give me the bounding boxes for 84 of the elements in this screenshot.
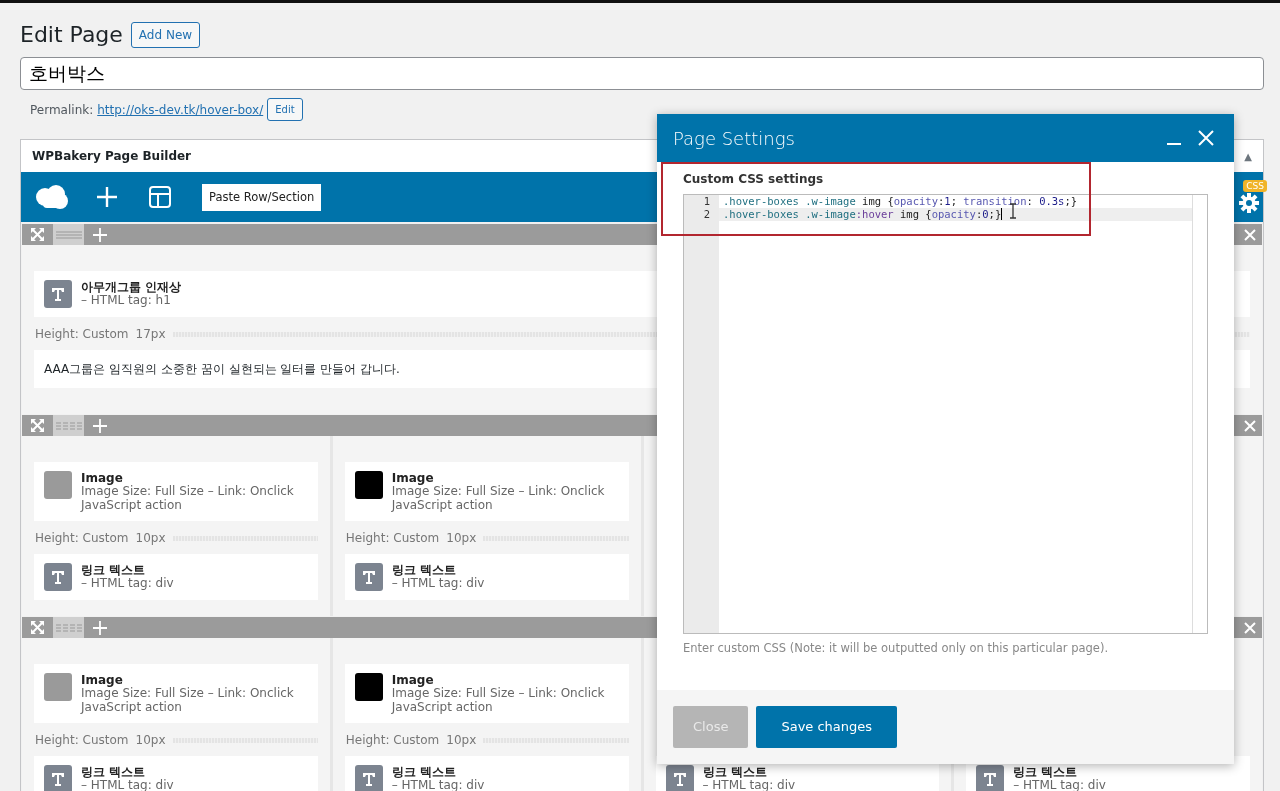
- element-title: 링크 텍스트: [391, 765, 457, 780]
- element-card[interactable]: 링크 텍스트 – HTML tag: div: [344, 756, 629, 791]
- code-editor[interactable]: 1 2 .hover-boxes .w-image img {opacity:1; transition: 0.3s;} .hover-boxes .w-image:hover img {opacity:0;}: [683, 194, 1208, 634]
- code-line: .hover-boxes .w-image img {opacity:1; transition: 0.3s;}: [722, 195, 1079, 208]
- gear-icon[interactable]: [1239, 192, 1259, 213]
- element-detail: Image Size: Full Size – Link: Onclick JavaScript action: [391, 687, 606, 715]
- spacer-label: Height: Custom: [345, 530, 440, 548]
- columns-icon: [54, 419, 83, 432]
- element-detail: – HTML tag: div: [1013, 779, 1106, 791]
- text-element-icon: [44, 563, 72, 592]
- close-icon: [1244, 621, 1256, 634]
- line-number: 1: [702, 195, 711, 208]
- element-title: 링크 텍스트: [81, 765, 147, 780]
- element-title: 링크 텍스트: [1013, 765, 1079, 780]
- add-icon: [92, 418, 107, 433]
- layout-icon[interactable]: [149, 186, 171, 209]
- element-card[interactable]: 링크 텍스트 – HTML tag: div: [344, 554, 629, 601]
- edit-button[interactable]: Edit: [267, 98, 303, 122]
- help-text: Enter custom CSS (Note: it will be outputted only on this particular page).: [683, 640, 1110, 657]
- spacer-value: 10px: [135, 530, 166, 548]
- element-card[interactable]: Image Image Size: Full Size – Link: Onclick JavaScript action: [344, 664, 629, 724]
- element-title: 링크 텍스트: [81, 563, 147, 578]
- element-detail: – HTML tag: h1: [81, 294, 171, 308]
- text-cursor-icon: [1009, 203, 1017, 219]
- collapse-arrow[interactable]: ▲: [1244, 148, 1252, 164]
- builder-title: WPBakery Page Builder: [32, 148, 192, 166]
- line-number: 2: [702, 208, 711, 221]
- text-element-icon: [44, 280, 72, 309]
- close-icon: [1244, 228, 1256, 241]
- element-title: Image: [81, 673, 123, 688]
- column-layout-button[interactable]: [53, 617, 84, 639]
- element-title: 아무개그룹 인재상: [81, 280, 182, 295]
- permalink-link[interactable]: http://oks-dev.tk/hover-box/: [97, 100, 264, 119]
- spacer-label: Height: Custom: [345, 732, 440, 750]
- text-element-icon: [44, 765, 72, 791]
- element-detail: Image Size: Full Size – Link: Onclick JavaScript action: [81, 485, 295, 513]
- element-detail: – HTML tag: div: [81, 577, 174, 591]
- add-icon: [92, 620, 107, 635]
- page-title: Edit Page: [20, 22, 123, 49]
- text-element-icon: [354, 765, 383, 791]
- expand-icon: [31, 228, 44, 242]
- close-icon[interactable]: [1198, 130, 1214, 146]
- element-detail: – HTML tag: div: [81, 779, 174, 791]
- element-card[interactable]: Image Image Size: Full Size – Link: Onclick JavaScript action: [34, 664, 318, 724]
- css-badge: CSS: [1243, 180, 1267, 193]
- element-title: Image: [391, 471, 434, 486]
- column-layout-button[interactable]: [53, 415, 84, 437]
- spacer-value: 17px: [135, 326, 166, 344]
- save-button[interactable]: Save changes: [756, 706, 898, 748]
- spacer-label: Height: Custom: [35, 732, 129, 750]
- field-label: Custom CSS settings: [683, 171, 825, 188]
- spacer-label: Height: Custom: [35, 530, 129, 548]
- permalink-label: Permalink:: [30, 101, 94, 119]
- element-detail: Image Size: Full Size – Link: Onclick JavaScript action: [81, 687, 295, 715]
- close-icon: [1244, 419, 1256, 432]
- element-card[interactable]: Image Image Size: Full Size – Link: Onclick JavaScript action: [344, 462, 629, 522]
- add-new-button[interactable]: Add New: [130, 22, 201, 49]
- element-detail: – HTML tag: div: [391, 779, 485, 791]
- modal-title: Page Settings: [673, 126, 795, 151]
- element-title: Image: [81, 471, 123, 486]
- element-title: 링크 텍스트: [391, 563, 457, 578]
- columns-icon: [54, 621, 83, 634]
- element-detail: – HTML tag: div: [702, 779, 796, 791]
- spacer-value: 10px: [446, 732, 477, 750]
- spacer-value: 10px: [135, 732, 166, 750]
- element-card[interactable]: Image Image Size: Full Size – Link: Onclick JavaScript action: [34, 462, 318, 522]
- column-layout-button[interactable]: [53, 224, 84, 246]
- text-element-icon: [354, 563, 383, 592]
- spacer-value: 10px: [446, 530, 477, 548]
- cloud-logo-icon[interactable]: [35, 184, 69, 211]
- expand-icon: [31, 419, 44, 433]
- expand-icon: [31, 621, 44, 635]
- columns-icon: [54, 228, 83, 241]
- paste-row-button[interactable]: Paste Row/Section: [202, 183, 322, 211]
- element-title: 링크 텍스트: [702, 765, 768, 780]
- element-card[interactable]: 링크 텍스트 – HTML tag: div: [34, 554, 318, 601]
- title-field[interactable]: 호버박스: [20, 57, 1264, 91]
- spacer-label: Height: Custom: [35, 326, 129, 344]
- element-detail: Image Size: Full Size – Link: Onclick JavaScript action: [391, 485, 606, 513]
- element-detail: – HTML tag: div: [391, 577, 485, 591]
- element-card[interactable]: 링크 텍스트 – HTML tag: div: [34, 756, 318, 791]
- add-icon[interactable]: [96, 186, 118, 209]
- add-icon: [92, 227, 107, 242]
- element-title: Image: [391, 673, 434, 688]
